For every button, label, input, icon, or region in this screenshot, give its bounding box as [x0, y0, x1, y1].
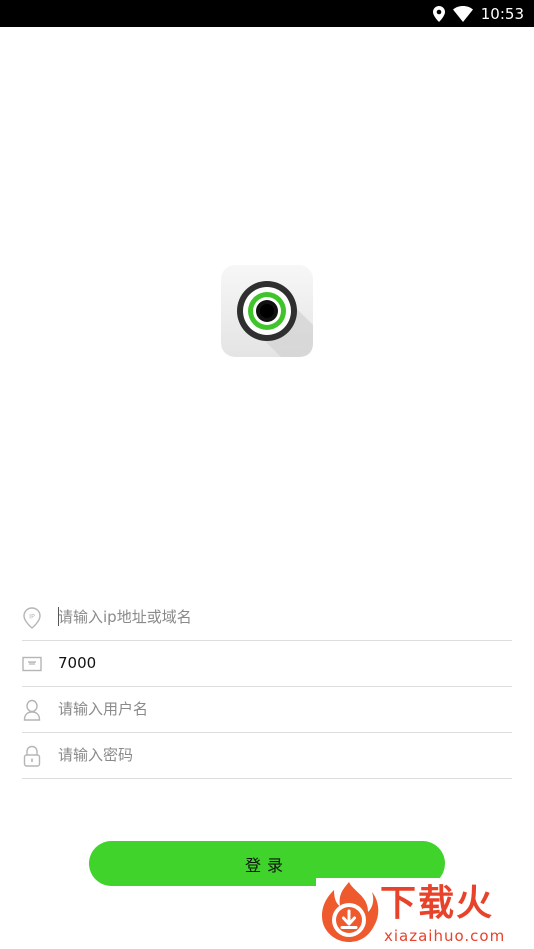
- user-icon: [22, 699, 42, 721]
- wifi-icon: [452, 5, 473, 22]
- port-icon: [22, 653, 42, 675]
- flame-logo-icon: [318, 880, 380, 944]
- app-logo: [221, 265, 313, 357]
- username-input[interactable]: [58, 687, 498, 731]
- host-field-row: IP: [22, 595, 512, 641]
- lock-icon: [22, 745, 42, 767]
- status-time: 10:53: [480, 4, 524, 23]
- status-bar: 10:53: [0, 0, 534, 27]
- location-icon: [432, 5, 445, 22]
- watermark-title: 下载火: [380, 883, 495, 924]
- text-cursor: [58, 607, 59, 626]
- ip-location-icon: IP: [22, 606, 42, 629]
- host-input[interactable]: [58, 595, 498, 639]
- password-field-row: [22, 733, 512, 779]
- port-field-row: [22, 641, 512, 687]
- watermark: 下载火 xiazaihuo.com: [316, 878, 534, 949]
- login-screen: 10:53 IP 请输入ip地址或域名 7000 请输入用户名 登录 下载火 x…: [0, 0, 534, 949]
- svg-text:IP: IP: [29, 612, 35, 620]
- port-input[interactable]: [58, 641, 498, 685]
- password-input[interactable]: [58, 733, 498, 777]
- watermark-url: xiazaihuo.com: [384, 927, 506, 945]
- username-field-row: [22, 687, 512, 733]
- status-bar-right: 10:53: [432, 0, 524, 27]
